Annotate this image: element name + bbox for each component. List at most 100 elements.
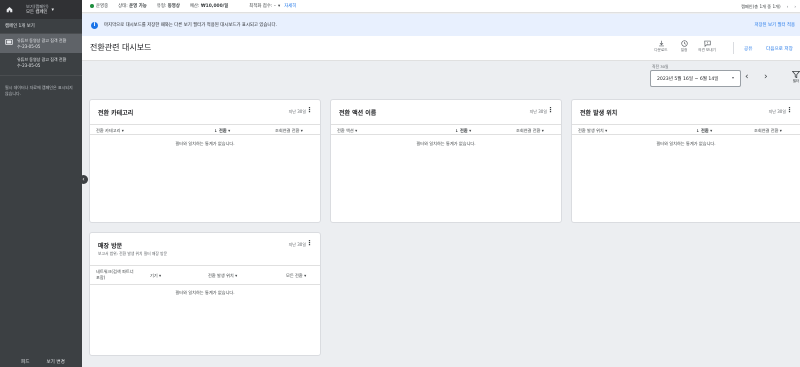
app-root: 보기(캠페인) 모든 캠페인 ▾ 캠페인 1개 보기 유튜브 동영상 광고 집객… <box>0 0 800 367</box>
campaign-range: 캠페인(총 1개 중 1개) <box>741 3 781 9</box>
optimization-score: 최적화 점수: – <box>249 3 276 9</box>
more-vert-icon[interactable]: ⋮ <box>306 240 313 247</box>
column-header[interactable]: 전환 발생 위치 ▾ <box>208 273 237 279</box>
empty-state: 필터와 일치하는 통계가 없습니다. <box>175 290 235 295</box>
sidebar-item-campaign[interactable]: 유튜브 동영상 광고 집객 전환수-23-05-05 <box>0 53 82 72</box>
column-header[interactable]: 모든 전환 ▾ <box>286 273 306 279</box>
column-header[interactable]: 전환 발생 위치 ▾ <box>578 128 607 134</box>
view-name: 모든 캠페인 <box>26 9 48 15</box>
view-selector[interactable]: 보기(캠페인) 모든 캠페인 <box>26 4 49 16</box>
column-label: 네트워크(검색 파트너 포함) <box>96 269 134 280</box>
campaign-count: 캠페인 1개 보기 <box>0 19 82 34</box>
column-label: 전환 발생 위치 <box>578 128 604 133</box>
campaign-pager: 캠페인(총 1개 중 1개) ‹ › <box>741 0 796 13</box>
table-header: 전환 액션 ▾ ↓ 전환 ▾ 조회연결 전환 ▾ <box>331 124 561 135</box>
filter-icon <box>791 71 800 79</box>
card-conversion-category: 전환 카테고리 지난 30일 ⋮ 전환 카테고리 ▾ ↓ 전환 ▾ 조회연결 전… <box>89 99 321 223</box>
column-label: 전환 발생 위치 <box>208 273 234 278</box>
collapse-sidebar-icon[interactable]: ‹ <box>79 175 88 184</box>
chevron-down-icon: ▾ <box>731 75 734 80</box>
feedback-label: 의견 보내기 <box>698 48 716 52</box>
state-value: 운영 가능 <box>129 4 147 9</box>
state-label: 상태: <box>118 4 128 9</box>
column-label: 조회연결 전환 <box>754 128 779 133</box>
prev-period-icon[interactable]: ‹ <box>745 72 749 82</box>
chevron-down-icon[interactable]: ▾ <box>278 4 280 9</box>
download-icon <box>658 40 664 47</box>
card-subtitle: 보고서 범위: 전환 발생 위치 필터 매장 방문 <box>98 251 168 256</box>
change-view-button[interactable]: 보기 변경 <box>46 359 64 365</box>
next-period-icon[interactable]: › <box>764 72 768 82</box>
schedule-label: 일정 <box>680 48 688 52</box>
card-period: 지난 30일 <box>768 109 786 114</box>
column-header[interactable]: 전환 액션 ▾ <box>337 128 357 134</box>
column-header-sorted[interactable]: ↓ 전환 ▾ <box>455 128 471 134</box>
card-title: 전환 발생 위치 <box>580 110 618 117</box>
sidebar-item-campaign[interactable]: 유튜브 동영상 광고 집객 전환수-23-05-05 <box>0 34 82 53</box>
banner-text: 마지막으로 대시보드를 저장한 때와는 다른 보기 필터가 적용된 대시보드가 … <box>104 23 277 28</box>
card-title: 전환 액션 이름 <box>339 110 377 117</box>
schedule-button[interactable]: 일정 <box>674 40 694 53</box>
column-label: 전환 액션 <box>337 128 354 133</box>
optimization-label: 최적화 점수: <box>249 4 273 9</box>
more-vert-icon[interactable]: ⋮ <box>786 107 793 114</box>
column-header-sorted[interactable]: ↓ 전환 ▾ <box>696 128 712 134</box>
type-label: 유형: <box>156 4 167 9</box>
campaign-status-bar: 운영중 상태: 운영 가능 유형: 동영상 예산: ₩10,000/일 최적화 … <box>82 0 800 13</box>
download-label: 다운로드 <box>654 48 668 52</box>
card-conversion-action: 전환 액션 이름 지난 30일 ⋮ 전환 액션 ▾ ↓ 전환 ▾ 조회연결 전환… <box>330 99 562 223</box>
column-label: 조회연결 전환 <box>275 128 300 133</box>
card-conversion-source: 전환 발생 위치 지난 30일 ⋮ 전환 발생 위치 ▾ ↓ 전환 ▾ 조회연결… <box>571 99 800 223</box>
column-header[interactable]: 기기 ▾ <box>150 273 161 279</box>
card-title: 매장 방문 <box>98 243 123 250</box>
sidebar-header[interactable]: 보기(캠페인) 모든 캠페인 ▾ <box>0 0 82 19</box>
column-label: 전환 <box>218 128 227 133</box>
apply-saved-filter-link[interactable]: 저장된 보기 필터 적용 <box>754 22 795 28</box>
column-header[interactable]: 네트워크(검색 파트너 포함) <box>96 269 136 281</box>
column-header[interactable]: 전환 카테고리 ▾ <box>96 128 124 134</box>
column-label: 전환 <box>700 128 709 133</box>
column-label: 전환 카테고리 <box>96 128 121 133</box>
share-button[interactable]: 공유 <box>744 46 752 52</box>
column-header[interactable]: 조회연결 전환 ▾ <box>275 128 303 134</box>
card-period: 지난 30일 <box>288 242 306 247</box>
info-icon: i <box>91 21 98 29</box>
empty-state: 필터와 일치하는 통계가 없습니다. <box>175 141 235 146</box>
page-header: 전환관련 대시보드 다운로드 일정 의견 보내기 공유 다음으로 저장 <box>82 36 800 61</box>
type-info: 유형: 동영상 <box>157 3 180 9</box>
column-header-sorted[interactable]: ↓ 전환 ▾ <box>214 128 230 134</box>
feed-button[interactable]: 피드 <box>21 359 29 365</box>
state-info: 상태: 운영 가능 <box>118 3 147 9</box>
status-dot-icon <box>90 4 94 8</box>
chevron-down-icon[interactable]: ▾ <box>52 7 55 13</box>
download-button[interactable]: 다운로드 <box>651 40 671 53</box>
sidebar: 보기(캠페인) 모든 캠페인 ▾ 캠페인 1개 보기 유튜브 동영상 광고 집객… <box>0 0 82 367</box>
save-as-button[interactable]: 다음으로 저장 <box>766 46 793 52</box>
feedback-button[interactable]: 의견 보내기 <box>697 40 717 53</box>
filter-button[interactable]: 필터 <box>791 71 800 84</box>
column-label: 전환 <box>459 128 468 133</box>
clock-icon <box>680 40 688 47</box>
sidebar-item-label: 유튜브 동영상 광고 집객 전환수-23-05-05 <box>17 57 67 68</box>
home-icon[interactable] <box>6 6 13 13</box>
page-title: 전환관련 대시보드 <box>90 43 152 52</box>
budget-info: 예산: ₩10,000/일 <box>190 3 228 9</box>
column-label: 조회연결 전환 <box>516 128 541 133</box>
date-range-value: 2023년 5월 16일 ~ 6월 14일 <box>657 76 719 82</box>
empty-state: 필터와 일치하는 통계가 없습니다. <box>656 141 716 146</box>
more-vert-icon[interactable]: ⋮ <box>306 107 313 114</box>
date-range-picker[interactable]: 2023년 5월 16일 ~ 6월 14일 ▾ <box>650 70 741 87</box>
column-header[interactable]: 조회연결 전환 ▾ <box>516 128 544 134</box>
prev-campaign-icon[interactable]: ‹ <box>787 4 789 9</box>
filter-label: 필터 <box>792 79 800 83</box>
card-period: 지난 30일 <box>529 109 547 114</box>
more-vert-icon[interactable]: ⋮ <box>547 107 554 114</box>
sidebar-item-label: 유튜브 동영상 광고 집객 전환수-23-05-05 <box>17 38 67 49</box>
next-campaign-icon[interactable]: › <box>794 4 796 9</box>
type-value: 동영상 <box>167 4 180 9</box>
details-link[interactable]: 자세히 <box>284 3 296 9</box>
card-period: 지난 30일 <box>288 109 306 114</box>
column-header[interactable]: 조회연결 전환 ▾ <box>754 128 782 134</box>
budget-label: 예산: <box>189 4 200 9</box>
view-label: 보기(캠페인) <box>26 3 49 9</box>
